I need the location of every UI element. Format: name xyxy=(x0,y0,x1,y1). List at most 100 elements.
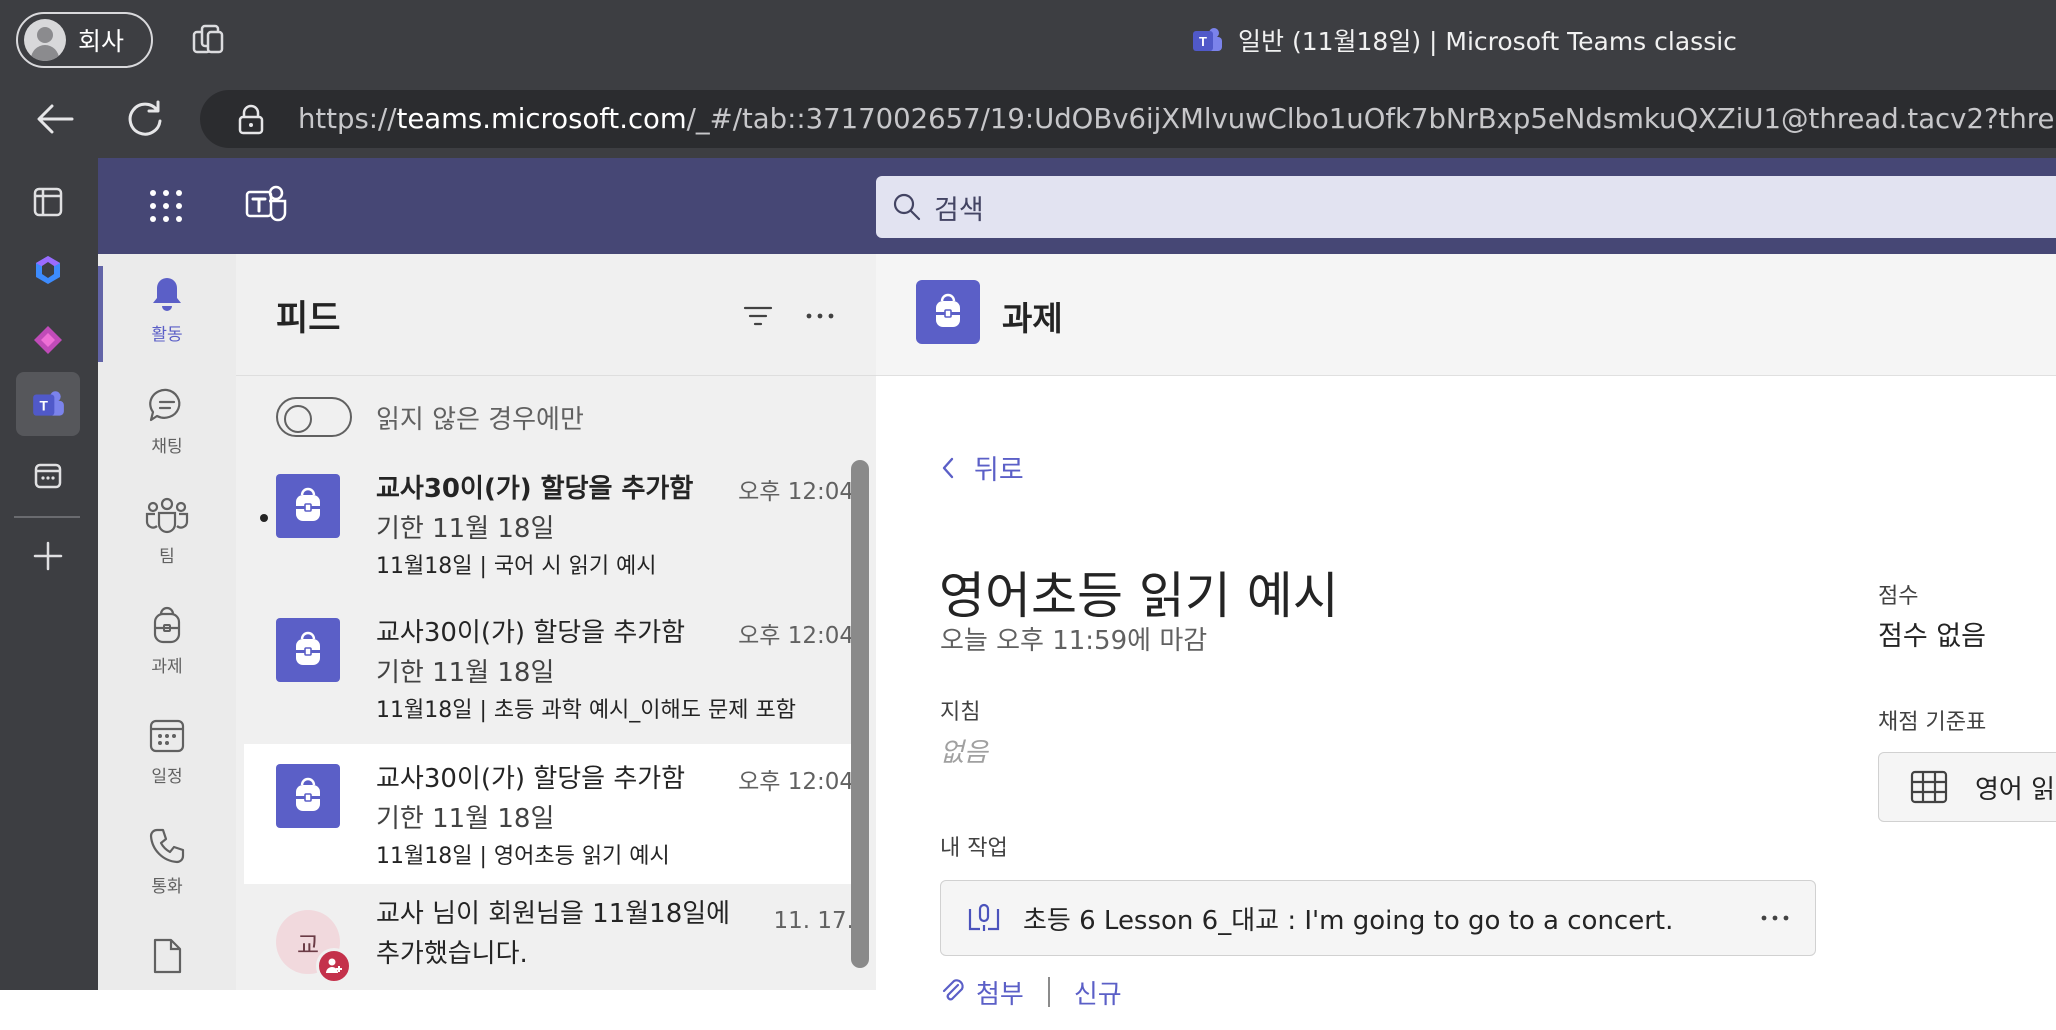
rail-item-label: 일정 xyxy=(151,767,183,787)
assignment-backpack-icon xyxy=(276,764,340,828)
paperclip-icon xyxy=(942,979,964,1001)
back-link[interactable]: 뒤로 xyxy=(940,448,1024,487)
edge-sidebar-divider xyxy=(14,516,80,518)
new-button[interactable]: 신규 xyxy=(1074,974,1122,1011)
rubric-card[interactable]: 영어 읽기 xyxy=(1878,752,2056,822)
filter-icon[interactable] xyxy=(740,298,776,334)
plus-icon xyxy=(33,541,63,571)
profile-label: 회사 xyxy=(78,27,125,56)
power-apps-icon xyxy=(34,326,62,354)
actions-divider xyxy=(1047,977,1050,1007)
svg-text:T: T xyxy=(40,398,49,413)
feed-item-meta: 11월18일 | 초등 과학 예시_이해도 문제 포함 xyxy=(376,698,796,723)
grid-icon xyxy=(1910,770,1948,804)
search-icon xyxy=(893,193,921,221)
assignment-detail-pane: 과제 뒤로 영어초등 읽기 예시 오늘 오후 11:59에 마감 지침 없음 내… xyxy=(876,254,2056,1010)
feed-item-title: 교사30이(가) 할당을 추가함 xyxy=(376,764,686,794)
unread-only-toggle[interactable] xyxy=(276,397,352,437)
workspaces-icon[interactable] xyxy=(188,20,228,60)
rubric-label: 채점 기준표 xyxy=(1878,710,1987,735)
rail-item-label: 통화 xyxy=(151,877,183,897)
unread-dot xyxy=(260,514,268,522)
due-date: 오늘 오후 11:59에 마감 xyxy=(940,626,1208,656)
more-options-icon[interactable] xyxy=(1757,903,1793,933)
teams-header: 검색 xyxy=(98,158,2056,254)
feed-item-time: 11. 17. xyxy=(773,908,854,934)
edge-outlook-button[interactable] xyxy=(16,444,80,508)
backpack-icon xyxy=(153,606,181,644)
my-work-label: 내 작업 xyxy=(940,836,1008,861)
attach-button[interactable]: 첨부 xyxy=(976,974,1024,1011)
chevron-left-icon xyxy=(942,457,954,478)
window-title-text: 일반 (11월18일) | Microsoft Teams classic xyxy=(1238,27,1737,56)
assignment-backpack-icon xyxy=(276,618,340,682)
url-field[interactable]: https://teams.microsoft.com/_#/tab::3717… xyxy=(200,90,2056,148)
feed-item[interactable]: 교사30이(가) 할당을 추가함 오후 12:04 기한 11월 18일 11월… xyxy=(244,598,854,738)
url-host: teams.microsoft.com xyxy=(396,103,687,135)
profile-button[interactable]: 회사 xyxy=(16,12,153,68)
calendar-app-icon xyxy=(34,463,62,489)
edge-add-button[interactable] xyxy=(16,524,80,588)
feed-item-title: 교사30이(가) 할당을 추가함 xyxy=(376,474,694,504)
rail-item-calendar[interactable]: 일정 xyxy=(98,696,236,806)
feed-item-time: 오후 12:04 xyxy=(738,769,854,795)
main-title: 과제 xyxy=(1002,299,1063,338)
feed-scrollbar[interactable] xyxy=(851,460,869,968)
edge-copilot-button[interactable] xyxy=(16,238,80,302)
feed-item-time: 오후 12:04 xyxy=(738,623,854,649)
profile-avatar-icon xyxy=(24,19,66,61)
feed-header: 피드 xyxy=(236,254,876,376)
unread-only-label: 읽지 않은 경우에만 xyxy=(376,404,584,435)
teams-logo-icon xyxy=(245,185,287,222)
calendar-icon xyxy=(149,719,185,753)
browser-title-bar: 회사 T 일반 (11월18일) | Microsoft Teams class… xyxy=(0,0,2056,80)
address-bar-row: https://teams.microsoft.com/_#/tab::3717… xyxy=(0,80,2056,158)
feed-item-selected[interactable]: 교사30이(가) 할당을 추가함 오후 12:04 기한 11월 18일 11월… xyxy=(244,744,854,884)
feed-item[interactable]: 교사30이(가) 할당을 추가함 오후 12:04 기한 11월 18일 11월… xyxy=(244,454,854,594)
rail-item-calls[interactable]: 통화 xyxy=(98,806,236,916)
rail-item-label: 활동 xyxy=(151,325,183,345)
back-link-label: 뒤로 xyxy=(974,455,1024,486)
feed-item-title: 교사30이(가) 할당을 추가함 xyxy=(376,618,686,648)
teams-icon xyxy=(145,497,189,534)
chat-icon xyxy=(149,388,181,422)
rail-item-assignments[interactable]: 과제 xyxy=(98,586,236,696)
work-actions-row: 첨부 신규 xyxy=(940,972,1122,1012)
main-header: 과제 xyxy=(876,254,2056,376)
work-file-card[interactable]: 초등 6 Lesson 6_대교 : I'm going to go to a … xyxy=(940,880,1816,956)
lock-icon[interactable] xyxy=(236,103,266,135)
feed-item-title: 교사 님이 회원님을 11월18일에 추가했습니다. xyxy=(376,899,731,969)
teams-app-icon: T xyxy=(33,391,64,416)
back-arrow-icon[interactable] xyxy=(30,98,80,140)
assignment-backpack-icon xyxy=(276,474,340,538)
teams-tab-icon: T xyxy=(1193,28,1222,51)
vertical-tabs-icon xyxy=(33,187,63,217)
reload-icon[interactable] xyxy=(120,96,170,142)
feed-title: 피드 xyxy=(276,299,341,339)
feed-item[interactable]: 교 교사 님이 회원님을 11월18일에 추가했습니다. 11. 17. xyxy=(244,890,854,1030)
rubric-name: 영어 읽기 xyxy=(1975,774,2056,805)
feed-item-subtitle: 기한 11월 18일 xyxy=(376,658,555,688)
rail-item-files[interactable] xyxy=(98,916,236,1026)
search-input[interactable]: 검색 xyxy=(876,176,2056,238)
more-options-icon[interactable] xyxy=(802,298,838,334)
instructions-label: 지침 xyxy=(940,700,981,725)
feed-item-meta: 11월18일 | 국어 시 읽기 예시 xyxy=(376,554,657,579)
edge-teams-button[interactable]: T xyxy=(16,372,80,436)
app-launcher-icon[interactable] xyxy=(148,188,184,224)
rail-item-label: 채팅 xyxy=(151,437,183,457)
feed-item-subtitle: 기한 11월 18일 xyxy=(376,804,555,834)
rail-item-activity[interactable]: 활동 xyxy=(98,254,236,364)
phone-icon xyxy=(149,828,185,864)
svg-text:T: T xyxy=(1199,34,1207,49)
rail-item-chat[interactable]: 채팅 xyxy=(98,366,236,476)
unread-only-row: 읽지 않은 경우에만 xyxy=(276,394,584,440)
edge-tabs-button[interactable] xyxy=(16,170,80,234)
edge-apps-button[interactable] xyxy=(16,308,80,372)
assignments-app-icon xyxy=(916,280,980,344)
points-label: 점수 xyxy=(1878,584,1919,609)
copilot-icon xyxy=(36,256,60,284)
assignment-title: 영어초등 읽기 예시 xyxy=(939,567,1339,625)
url-prefix: https:// xyxy=(298,103,397,135)
rail-item-teams[interactable]: 팀 xyxy=(98,476,236,586)
